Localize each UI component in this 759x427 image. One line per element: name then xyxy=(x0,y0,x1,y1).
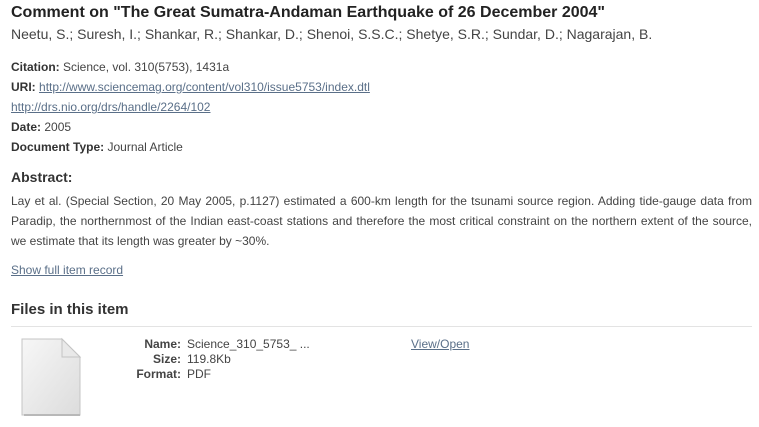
date-row: Date: 2005 xyxy=(11,120,71,134)
date-value: 2005 xyxy=(44,120,72,134)
abstract-heading: Abstract: xyxy=(11,169,73,185)
document-type-value: Journal Article xyxy=(107,140,183,154)
item-page: Comment on "The Great Sumatra-Andaman Ea… xyxy=(0,0,759,427)
citation-value: Science, vol. 310(5753), 1431a xyxy=(63,60,230,74)
file-name-row: Name: Science_310_5753_ ... xyxy=(110,337,310,352)
uri-link-handle[interactable]: http://drs.nio.org/drs/handle/2264/102 xyxy=(11,100,210,114)
file-icon[interactable] xyxy=(20,337,82,417)
uri-row: URI: http://www.sciencemag.org/content/v… xyxy=(11,80,370,94)
file-name-label: Name: xyxy=(144,337,181,351)
file-name-value: Science_310_5753_ ... xyxy=(187,337,310,351)
file-format-value: PDF xyxy=(187,367,211,381)
uri-row-2: http://drs.nio.org/drs/handle/2264/102 xyxy=(11,100,210,114)
file-size-label: Size: xyxy=(152,352,181,366)
files-heading: Files in this item xyxy=(11,301,752,327)
page-title: Comment on "The Great Sumatra-Andaman Ea… xyxy=(11,4,606,21)
abstract-text: Lay et al. (Special Section, 20 May 2005… xyxy=(11,194,752,248)
citation-label: Citation: xyxy=(11,60,60,74)
file-format-row: Format: PDF xyxy=(110,367,310,382)
date-label: Date: xyxy=(11,120,42,134)
file-size-row: Size: 119.8Kb xyxy=(110,352,310,367)
uri-label: URI: xyxy=(11,80,36,94)
document-type-label: Document Type: xyxy=(11,140,105,154)
authors-line: Neetu, S.; Suresh, I.; Shankar, R.; Shan… xyxy=(11,26,653,42)
file-format-label: Format: xyxy=(136,367,181,381)
view-open-link[interactable]: View/Open xyxy=(411,337,469,352)
file-info: Name: Science_310_5753_ ... Size: 119.8Kb … xyxy=(110,337,310,382)
document-type-row: Document Type: Journal Article xyxy=(11,140,183,154)
file-size-value: 119.8Kb xyxy=(187,352,231,366)
document-icon xyxy=(21,337,82,416)
show-full-record-link[interactable]: Show full item record xyxy=(11,263,123,277)
uri-link-sciencemag[interactable]: http://www.sciencemag.org/content/vol310… xyxy=(39,80,370,94)
citation-row: Citation: Science, vol. 310(5753), 1431a xyxy=(11,60,229,74)
